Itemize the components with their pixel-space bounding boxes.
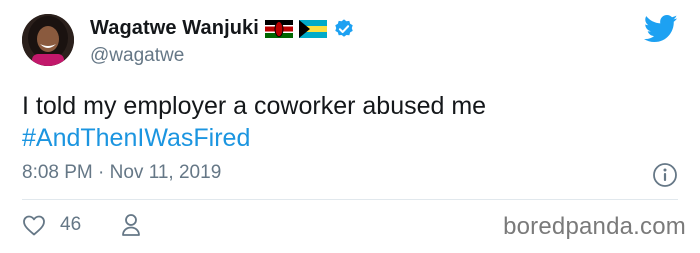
- bahamas-flag-icon: [298, 19, 327, 38]
- heart-icon[interactable]: [22, 214, 46, 236]
- hashtag-link[interactable]: #AndThenIWasFired: [22, 122, 486, 154]
- author-name[interactable]: Wagatwe Wanjuki: [90, 17, 259, 40]
- boredpanda-watermark: boredpanda.com: [503, 213, 686, 240]
- divider: [22, 199, 678, 200]
- kenya-flag-icon: [264, 19, 293, 38]
- tweet-timestamp[interactable]: 8:08 PM · Nov 11, 2019: [22, 162, 221, 184]
- tweet-text: I told my employer a coworker abused me …: [22, 90, 486, 154]
- person-icon[interactable]: [121, 213, 141, 237]
- tweet-body: I told my employer a coworker abused me: [22, 92, 487, 120]
- twitter-bird-icon[interactable]: [644, 14, 678, 44]
- info-icon[interactable]: [652, 162, 678, 188]
- like-count[interactable]: 46: [60, 214, 81, 236]
- tweet-actions: 46: [22, 213, 141, 237]
- author-handle[interactable]: @wagatwe: [90, 45, 184, 67]
- author-avatar[interactable]: [22, 14, 74, 66]
- author-name-row: Wagatwe Wanjuki: [90, 17, 355, 40]
- verified-badge-icon: [335, 18, 353, 37]
